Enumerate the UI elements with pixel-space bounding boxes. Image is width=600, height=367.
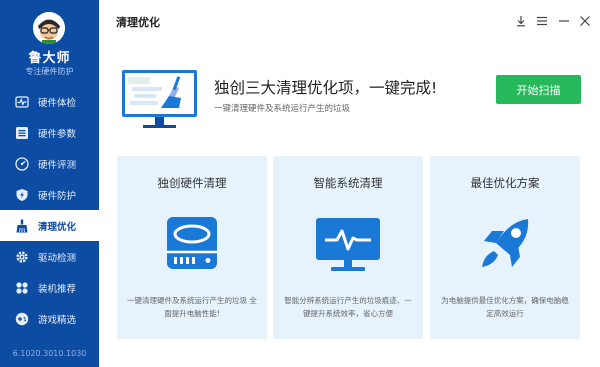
brand-slogan: 专注硬件防护 — [25, 67, 74, 76]
monitor-illustration — [121, 68, 198, 130]
sidebar-item-hardware-benchmark[interactable]: 硬件评测 — [0, 148, 99, 179]
broom-icon — [15, 219, 29, 233]
start-scan-button[interactable]: 开始扫描 — [496, 75, 581, 104]
hard-drive-icon — [159, 211, 225, 277]
sidebar-item-clean-optimize[interactable]: 清理优化 — [0, 210, 99, 241]
hero-heading: 独创三大清理优化项，一键完成! — [214, 79, 438, 97]
sidebar-item-hardware-check[interactable]: 硬件体检 — [0, 86, 99, 117]
gamepad-icon — [15, 312, 29, 326]
sidebar-item-label: 清理优化 — [38, 221, 77, 233]
sidebar-item-label: 游戏精选 — [38, 314, 77, 326]
menu-icon[interactable] — [536, 15, 548, 27]
sidebar-item-hardware-protect[interactable]: 硬件防护 — [0, 179, 99, 210]
sidebar-item-hardware-params[interactable]: 硬件参数 — [0, 117, 99, 148]
page-title: 清理优化 — [116, 16, 160, 29]
speedometer-icon — [15, 156, 29, 171]
sidebar-item-label: 硬件评测 — [38, 159, 77, 171]
card-title: 智能系统清理 — [313, 176, 383, 190]
brand-name: 鲁大师 — [28, 51, 71, 66]
hero-subtitle: 一键清理硬件及系统运行产生的垃圾 — [214, 104, 351, 114]
fan-icon — [15, 281, 29, 295]
card-description: 一键清理硬件及系统运行产生的垃圾 全面提升电脑性能! — [127, 296, 257, 318]
sidebar-item-build-recommend[interactable]: 装机推荐 — [0, 272, 99, 303]
sidebar-nav: 硬件体检 硬件参数 硬件评测 硬件防护 清理优化 驱动检测 装机推荐 游戏精选 — [0, 86, 99, 334]
close-icon[interactable] — [579, 15, 591, 27]
card-title: 独创硬件清理 — [157, 176, 227, 190]
sidebar: 鲁大师 专注硬件防护 硬件体检 硬件参数 硬件评测 硬件防护 清理优化 驱动检测… — [0, 0, 99, 367]
sidebar-item-label: 硬件参数 — [38, 128, 77, 140]
version-label: 6.1020.3010.1030 — [12, 349, 87, 358]
card-description: 为电脑提供最佳优化方案，确保电脑稳定高效运行 — [441, 296, 569, 318]
avatar[interactable] — [33, 12, 65, 44]
monitor-pulse-icon — [315, 211, 381, 277]
card-best-optimize[interactable]: 最佳优化方案 为电脑提供最佳优化方案，确保电脑稳定高效运行 — [430, 156, 580, 339]
card-description: 智能分辨系统运行产生的垃圾痕迹、一键提升系统效率，省心方便 — [284, 296, 412, 318]
sidebar-item-game-picks[interactable]: 游戏精选 — [0, 303, 99, 334]
card-system-clean[interactable]: 智能系统清理 智能分辨系统运行产生的垃圾痕迹、一键提升系统效率，省心方便 — [273, 156, 423, 339]
download-icon[interactable] — [515, 15, 527, 27]
heartbeat-icon — [15, 95, 29, 109]
sidebar-item-label: 驱动检测 — [38, 252, 77, 264]
card-hardware-clean[interactable]: 独创硬件清理 一键清理硬件及系统运行产生的垃圾 全面提升电脑性能! — [117, 156, 267, 339]
rocket-icon — [472, 211, 538, 277]
sidebar-item-driver-check[interactable]: 驱动检测 — [0, 241, 99, 272]
card-title: 最佳优化方案 — [470, 176, 540, 190]
minimize-icon[interactable] — [558, 15, 570, 27]
sidebar-item-label: 装机推荐 — [38, 283, 77, 295]
sidebar-item-label: 硬件防护 — [38, 190, 77, 202]
list-icon — [15, 126, 29, 140]
sidebar-item-label: 硬件体检 — [38, 97, 77, 109]
gear-icon — [15, 250, 29, 264]
shield-icon — [15, 188, 29, 202]
title-bar: 清理优化 — [99, 0, 600, 44]
mascot-logo — [33, 12, 65, 44]
